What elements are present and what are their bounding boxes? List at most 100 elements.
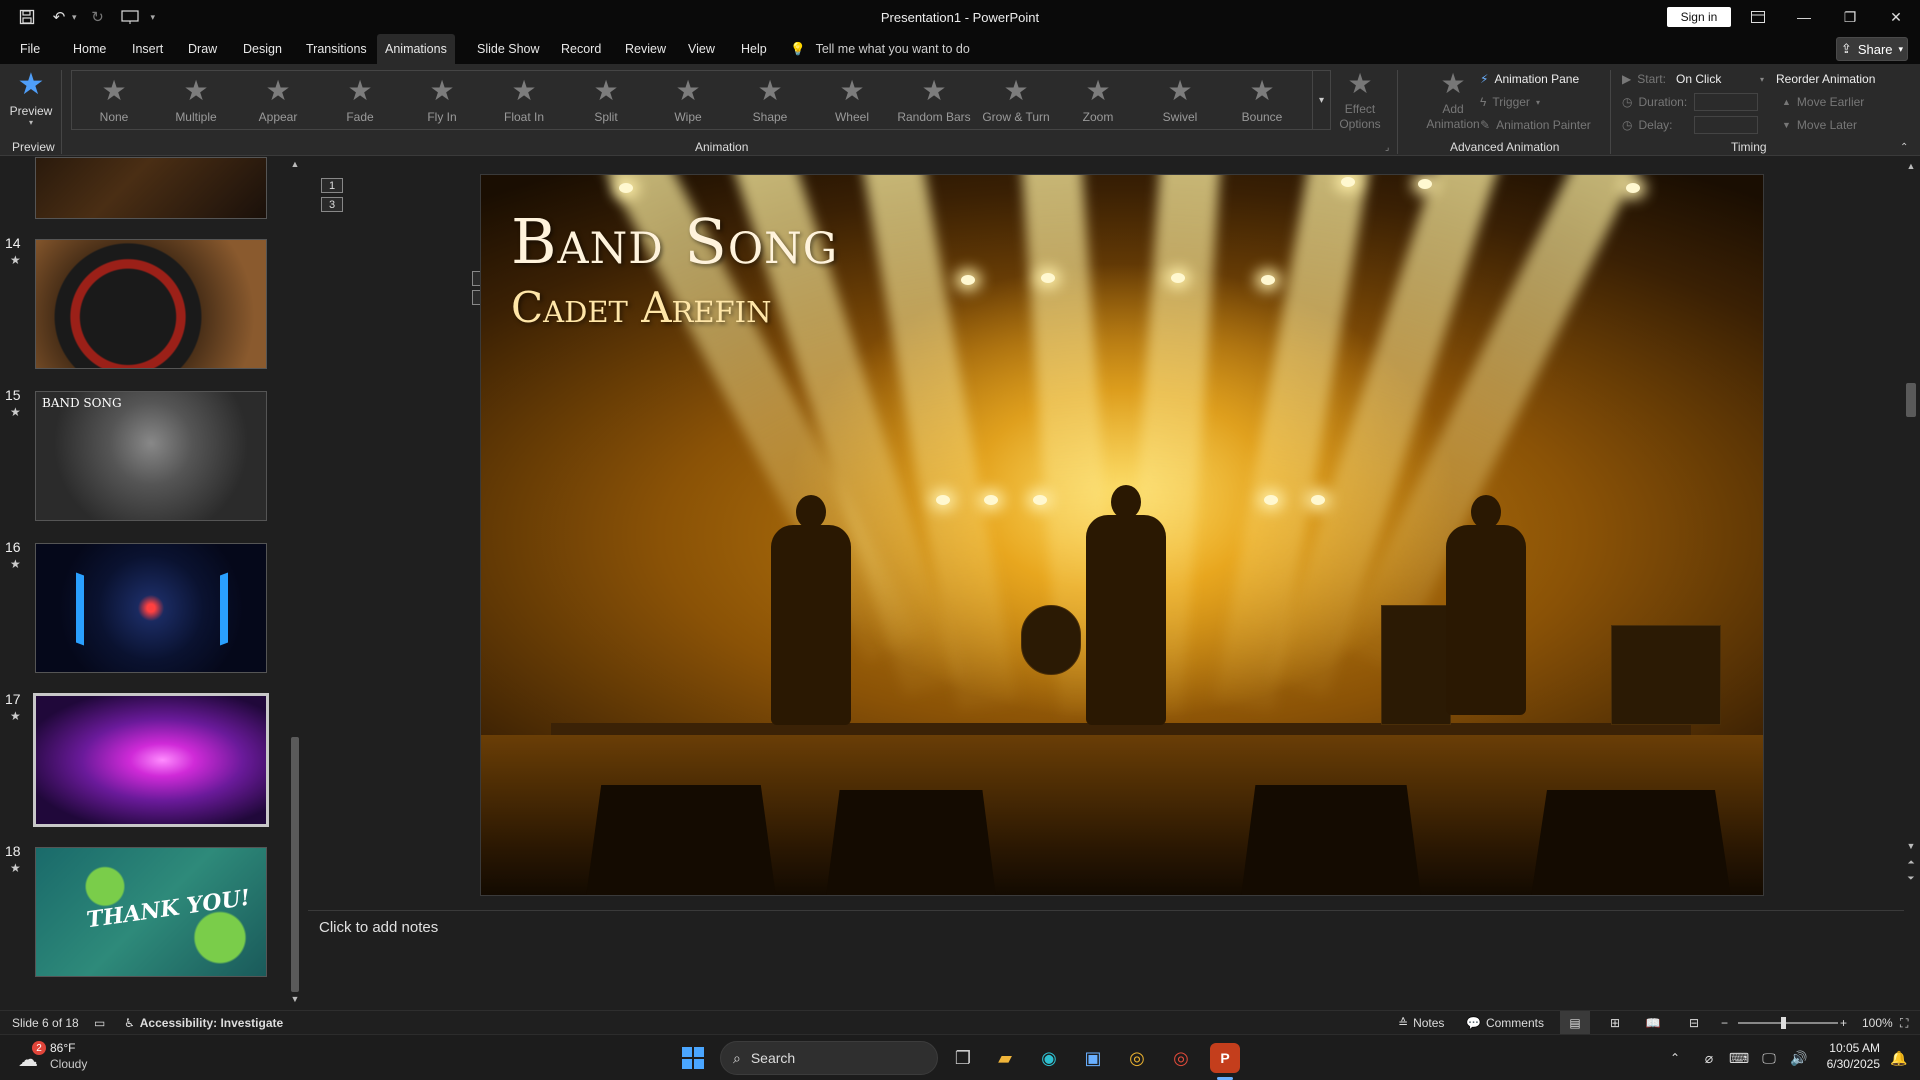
share-button[interactable]: ⇪ Share ▾	[1836, 37, 1908, 61]
animation-fly-in[interactable]: ★ Fly In	[403, 73, 481, 131]
minimize-icon[interactable]: —	[1781, 0, 1827, 34]
animation-pane-button[interactable]: ⚡ Animation Pane	[1480, 69, 1579, 89]
show-hidden-icons[interactable]: ⌃	[1660, 1043, 1690, 1073]
animation-painter-button[interactable]: ✎ Animation Painter	[1480, 115, 1591, 135]
trigger-button[interactable]: ϟ Trigger ▾	[1480, 92, 1540, 112]
preview-button[interactable]: ★ Preview ▾	[6, 70, 56, 136]
animation-wipe[interactable]: ★ Wipe	[649, 73, 727, 131]
start-select[interactable]: On Click ▾	[1676, 69, 1764, 89]
notes-pane[interactable]: Click to add notes	[308, 910, 1904, 1010]
tab-help[interactable]: Help	[733, 34, 775, 64]
zoom-slider-handle[interactable]	[1781, 1017, 1786, 1029]
zoom-level[interactable]: 100%	[1862, 1011, 1893, 1035]
undo-dropdown-icon[interactable]: ▾	[72, 12, 77, 23]
slide-thumbnail-16[interactable]	[35, 543, 267, 673]
slide-title[interactable]: Band Song	[511, 205, 838, 278]
delay-input[interactable]	[1694, 116, 1758, 134]
zoom-slider[interactable]	[1738, 1022, 1838, 1024]
tab-review[interactable]: Review	[617, 34, 674, 64]
animation-swivel[interactable]: ★ Swivel	[1141, 73, 1219, 131]
notes-button[interactable]: ≙ Notes	[1398, 1011, 1444, 1035]
dialog-launcher-icon[interactable]: ⌟	[1385, 142, 1389, 153]
taskbar-search[interactable]: ⌕ Search	[720, 1041, 938, 1075]
animation-split[interactable]: ★ Split	[567, 73, 645, 131]
task-view-icon[interactable]: ❐	[948, 1043, 978, 1073]
notification-bell-icon[interactable]: 🔔	[1884, 1043, 1914, 1073]
spelling-icon[interactable]: ▭	[94, 1011, 105, 1035]
scrollbar-thumb[interactable]	[1906, 383, 1916, 417]
keyboard-icon[interactable]: ⌨	[1724, 1043, 1754, 1073]
slide-subtitle[interactable]: Cadet Arefin	[511, 283, 771, 332]
animation-tag[interactable]: 1	[321, 178, 343, 193]
animation-shape[interactable]: ★ Shape	[731, 73, 809, 131]
accessibility-button[interactable]: ♿ Accessibility: Investigate	[124, 1011, 283, 1035]
close-icon[interactable]: ✕	[1873, 0, 1919, 34]
undo-icon[interactable]: ↶	[48, 6, 70, 28]
add-animation-button[interactable]: ★ Add Animation	[1426, 70, 1479, 132]
zoom-out-button[interactable]: −	[1721, 1011, 1728, 1035]
windows-start-icon[interactable]	[678, 1043, 708, 1073]
scroll-up-icon[interactable]: ▲	[1904, 161, 1918, 171]
animation-grow-turn[interactable]: ★ Grow & Turn	[977, 73, 1055, 131]
editor-scrollbar[interactable]: ▲ ▼ ⏶ ⏷	[1904, 157, 1918, 908]
scroll-down-icon[interactable]: ▼	[1904, 841, 1918, 851]
animation-zoom[interactable]: ★ Zoom	[1059, 73, 1137, 131]
sign-in-button[interactable]: Sign in	[1667, 7, 1731, 27]
scrollbar-thumb[interactable]	[291, 737, 299, 992]
fit-to-window-icon[interactable]: ⛶	[1900, 1011, 1908, 1035]
tab-record[interactable]: Record	[553, 34, 609, 64]
scroll-down-icon[interactable]: ▼	[288, 994, 302, 1004]
present-from-beginning-icon[interactable]	[119, 6, 141, 28]
onedrive-offline-icon[interactable]: ⌀	[1694, 1043, 1724, 1073]
collapse-ribbon-icon[interactable]: ⌃	[1900, 142, 1908, 153]
animation-wheel[interactable]: ★ Wheel	[813, 73, 891, 131]
scroll-up-icon[interactable]: ▲	[288, 159, 302, 169]
chrome-profile-icon[interactable]: ◎	[1166, 1043, 1196, 1073]
animation-appear[interactable]: ★ Appear	[239, 73, 317, 131]
reading-view-icon[interactable]: 📖	[1641, 1011, 1665, 1035]
tab-view[interactable]: View	[680, 34, 723, 64]
network-icon[interactable]: 🖵	[1754, 1043, 1784, 1073]
clock-time[interactable]: 10:05 AM	[1816, 1041, 1880, 1055]
slide-thumbnail-17[interactable]	[33, 693, 269, 827]
animation-bounce[interactable]: ★ Bounce	[1223, 73, 1301, 131]
animation-random-bars[interactable]: ★ Random Bars	[895, 73, 973, 131]
current-slide[interactable]: Band Song Cadet Arefin	[480, 174, 1764, 896]
weather-widget[interactable]: ☁ 2	[18, 1041, 48, 1073]
tab-insert[interactable]: Insert	[124, 34, 171, 64]
effect-options-button[interactable]: ★ Effect Options	[1339, 70, 1380, 132]
restore-icon[interactable]: ❐	[1827, 0, 1873, 34]
tab-file[interactable]: File	[12, 34, 48, 64]
move-later-button[interactable]: ▼ Move Later	[1782, 115, 1857, 135]
edge-browser-icon[interactable]: ◉	[1034, 1043, 1064, 1073]
tab-design[interactable]: Design	[235, 34, 290, 64]
normal-view-icon[interactable]: ▤	[1560, 1011, 1590, 1035]
move-earlier-button[interactable]: ▲ Move Earlier	[1782, 92, 1864, 112]
microsoft-store-icon[interactable]: ▣	[1078, 1043, 1108, 1073]
tab-transitions[interactable]: Transitions	[298, 34, 375, 64]
tab-home[interactable]: Home	[65, 34, 114, 64]
tell-me-search[interactable]: 💡 Tell me what you want to do	[790, 34, 970, 64]
slide-sorter-icon[interactable]: ⊞	[1603, 1011, 1627, 1035]
tab-animations[interactable]: Animations	[377, 34, 455, 64]
animation-fade[interactable]: ★ Fade	[321, 73, 399, 131]
comments-button[interactable]: 💬 Comments	[1466, 1011, 1544, 1035]
animation-float-in[interactable]: ★ Float In	[485, 73, 563, 131]
file-explorer-icon[interactable]: ▰	[990, 1043, 1020, 1073]
redo-icon[interactable]: ↻	[87, 6, 109, 28]
slide-thumbnail-18[interactable]: THANK YOU!	[35, 847, 267, 977]
slide-thumbnail-15[interactable]: BAND SONG	[35, 391, 267, 521]
animation-none[interactable]: ★ None	[75, 73, 153, 131]
animation-multiple[interactable]: ★ Multiple	[157, 73, 235, 131]
volume-icon[interactable]: 🔊	[1784, 1043, 1814, 1073]
animation-tag[interactable]: 3	[321, 197, 343, 212]
ribbon-display-options-icon[interactable]	[1735, 0, 1781, 34]
powerpoint-icon[interactable]: P	[1210, 1043, 1240, 1073]
customize-qat-icon[interactable]: ▾	[151, 12, 156, 23]
clock-date[interactable]: 6/30/2025	[1816, 1057, 1880, 1071]
slide-thumbnail-13[interactable]	[35, 157, 267, 219]
duration-input[interactable]	[1694, 93, 1758, 111]
gallery-more-icon[interactable]: ▾	[1313, 70, 1331, 130]
zoom-in-button[interactable]: +	[1840, 1011, 1847, 1035]
next-slide-icon[interactable]: ⏷	[1904, 873, 1918, 884]
